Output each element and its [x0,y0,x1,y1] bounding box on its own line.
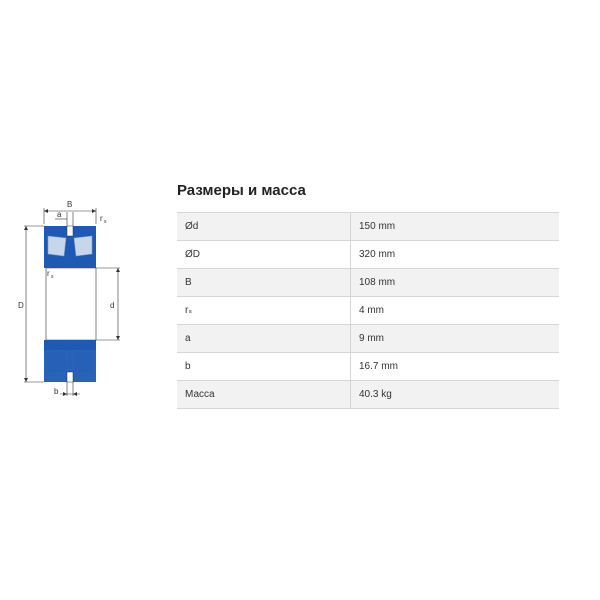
upper-section [44,225,96,268]
table-row: B 108 mm [177,268,559,297]
label-d-bore: d [110,301,114,310]
label-rs-inner-sub: s [51,274,54,280]
arrow-b-right [92,209,96,213]
arrow-b-groove-right [73,392,77,396]
row-label: ØD [177,240,351,269]
bearing-section-drawing: B a r s r s D d b [18,198,130,408]
dimensions-panel: Размеры и масса Ød 150 mm ØD 320 mm B 10… [177,180,559,409]
row-label: rₛ [177,296,351,325]
lube-groove-top [66,225,74,237]
row-value: 40.3 kg [350,380,559,409]
row-label: a [177,324,351,353]
row-value: 9 mm [350,324,559,353]
label-rs-top-sub: s [104,219,107,225]
label-rs-inner: r [47,269,50,278]
lube-groove-bottom [66,371,74,383]
arrow-d-outer-top [24,226,28,230]
label-d-outer: D [18,301,24,310]
label-b-width: B [67,200,72,209]
table-row: rₛ 4 mm [177,296,559,325]
arrow-d-bore-top [116,268,120,272]
arrow-d-bore-bottom [116,336,120,340]
row-label: b [177,352,351,381]
arrow-b-groove-left [63,392,67,396]
panel-title: Размеры и масса [177,182,306,199]
row-value: 108 mm [350,268,559,297]
bearing-drawing-svg: B a r s r s D d b [18,200,120,396]
row-value: 320 mm [350,240,559,269]
label-a: a [57,210,62,219]
row-label: B [177,268,351,297]
row-label: Масса [177,380,351,409]
row-value: 4 mm [350,296,559,325]
inner-ring-top [44,258,96,268]
row-value: 150 mm [350,212,559,241]
table-row: ØD 320 mm [177,240,559,269]
table-row: Ød 150 mm [177,212,559,241]
label-b-groove: b [54,387,59,396]
arrow-d-outer-bottom [24,378,28,382]
lower-section [44,340,96,383]
arrow-b-left [44,209,48,213]
table-row: a 9 mm [177,324,559,353]
row-value: 16.7 mm [350,352,559,381]
row-label: Ød [177,212,351,241]
label-rs-top: r [100,214,103,223]
table-row: b 16.7 mm [177,352,559,381]
dimensions-table: Ød 150 mm ØD 320 mm B 108 mm rₛ 4 mm a 9… [177,212,559,409]
roller-top-right [73,235,93,257]
inner-ring-bottom [44,340,96,350]
roller-top-left [47,235,67,257]
table-row: Масса 40.3 kg [177,380,559,409]
